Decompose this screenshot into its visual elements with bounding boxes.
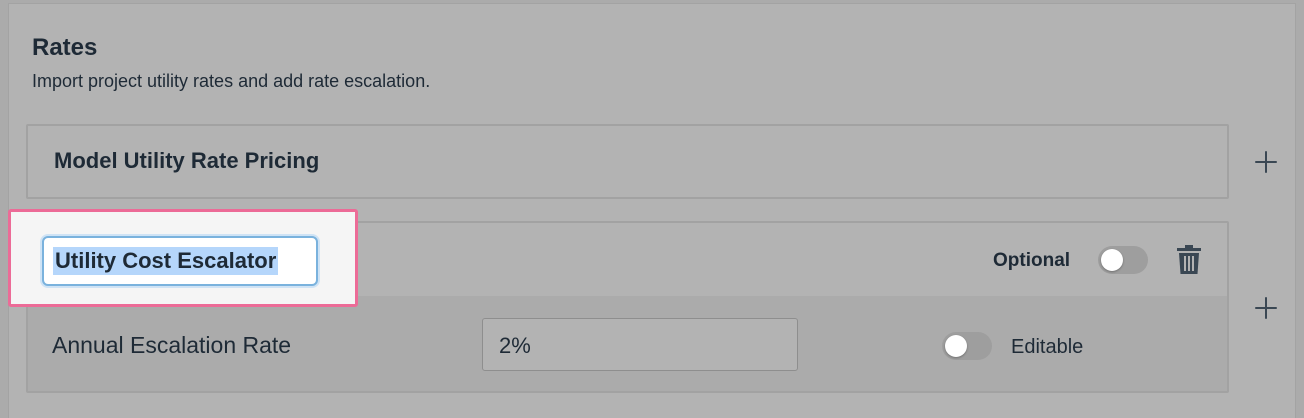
editable-label: Editable xyxy=(1011,336,1084,358)
annual-escalation-rate-label: Annual Escalation Rate xyxy=(52,332,292,358)
card-title-input[interactable]: Utility Cost Escalator xyxy=(42,236,318,286)
section-title: Rates xyxy=(32,34,98,61)
toggle-knob xyxy=(1101,249,1123,271)
annual-escalation-rate-input[interactable]: 2% xyxy=(482,318,798,371)
trash-icon[interactable] xyxy=(1176,245,1202,275)
optional-toggle[interactable] xyxy=(1098,246,1148,274)
plus-icon[interactable] xyxy=(1255,151,1277,173)
annual-escalation-rate-value: 2% xyxy=(499,333,531,358)
section-subtitle: Import project utility rates and add rat… xyxy=(32,71,431,91)
toggle-knob xyxy=(945,335,967,357)
plus-icon[interactable] xyxy=(1255,297,1277,319)
card-title-input-value: Utility Cost Escalator xyxy=(53,247,279,275)
optional-label: Optional xyxy=(993,250,1071,271)
card-title: Model Utility Rate Pricing xyxy=(54,148,320,173)
model-utility-rate-pricing-card[interactable]: Model Utility Rate Pricing xyxy=(26,124,1229,199)
editable-toggle[interactable] xyxy=(942,332,992,360)
